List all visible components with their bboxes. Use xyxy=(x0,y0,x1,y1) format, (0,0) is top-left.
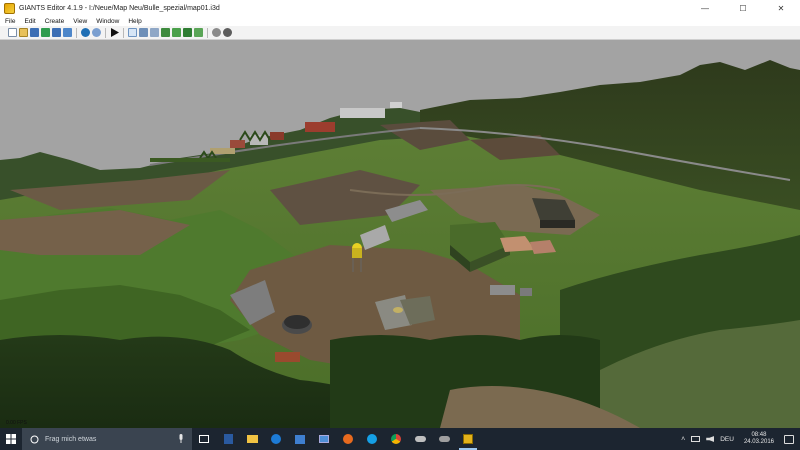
clock-time: 08:48 xyxy=(751,431,767,438)
giants-app-icon xyxy=(4,2,15,14)
gamepad2-icon[interactable] xyxy=(432,428,456,450)
terrain-sculpt-icon[interactable] xyxy=(161,28,170,37)
save-as-icon[interactable] xyxy=(41,28,50,37)
play-icon[interactable] xyxy=(110,28,119,37)
redo-icon[interactable] xyxy=(92,28,101,37)
giants-editor-icon[interactable] xyxy=(456,428,480,450)
maximize-button[interactable]: ☐ xyxy=(726,0,760,16)
edge-icon[interactable] xyxy=(264,428,288,450)
toolbar-separator xyxy=(105,27,106,38)
fps-readout: 0.00 FPS xyxy=(6,420,28,426)
explorer-icon[interactable] xyxy=(240,428,264,450)
camera-icon[interactable] xyxy=(223,28,232,37)
toolbar-separator xyxy=(76,27,77,38)
export-icon[interactable] xyxy=(63,28,72,37)
menu-help[interactable]: Help xyxy=(128,18,141,25)
settings-icon[interactable] xyxy=(212,28,221,37)
close-icon: ✕ xyxy=(777,3,785,13)
windows-logo-icon xyxy=(6,434,16,444)
undo-icon[interactable] xyxy=(81,28,90,37)
terrain-scene: 0.00 FPS xyxy=(0,40,800,428)
cortana-search-box[interactable]: Frag mich etwas xyxy=(22,428,192,450)
store-icon[interactable] xyxy=(288,428,312,450)
foliage-paint-icon[interactable] xyxy=(183,28,192,37)
menu-file[interactable]: File xyxy=(5,18,15,25)
maximize-icon: ☐ xyxy=(739,3,747,13)
menu-bar: File Edit Create View Window Help xyxy=(0,16,800,26)
giants-editor-window: GIANTS Editor 4.1.9 - I:/Neue/Map Neu/Bu… xyxy=(0,0,800,450)
minimize-icon: — xyxy=(701,3,709,13)
toolbar-separator xyxy=(207,27,208,38)
window-title: GIANTS Editor 4.1.9 - I:/Neue/Map Neu/Bu… xyxy=(19,4,220,12)
scene-viewport[interactable]: 0.00 FPS xyxy=(0,40,800,428)
microphone-icon[interactable] xyxy=(178,434,184,444)
menu-edit[interactable]: Edit xyxy=(24,18,35,25)
firefox-icon[interactable] xyxy=(336,428,360,450)
gamepad-icon[interactable] xyxy=(408,428,432,450)
skype-icon[interactable] xyxy=(360,428,384,450)
calculator-icon[interactable] xyxy=(216,428,240,450)
title-bar: GIANTS Editor 4.1.9 - I:/Neue/Map Neu/Bu… xyxy=(0,0,800,16)
volume-icon[interactable] xyxy=(706,436,715,442)
toolbar xyxy=(0,26,800,40)
start-button[interactable] xyxy=(0,428,22,450)
move-icon[interactable] xyxy=(139,28,148,37)
open-icon[interactable] xyxy=(19,28,28,37)
task-view-icon[interactable] xyxy=(192,428,216,450)
clock-date: 24.03.2016 xyxy=(743,439,774,445)
cortana-circle-icon xyxy=(30,435,39,443)
minimize-button[interactable]: — xyxy=(688,0,722,16)
place-icon[interactable] xyxy=(194,28,203,37)
search-placeholder: Frag mich etwas xyxy=(45,435,97,443)
tray-chevron-icon[interactable]: ˄ xyxy=(681,436,685,443)
save-icon[interactable] xyxy=(30,28,39,37)
select-icon[interactable] xyxy=(128,28,137,37)
photos-icon[interactable] xyxy=(312,428,336,450)
clock[interactable]: 08:48 24.03.2016 xyxy=(744,432,774,447)
close-button[interactable]: ✕ xyxy=(764,0,798,16)
windows-taskbar: Frag mich etwas ˄ DEU 08:48 24.03.2016 xyxy=(0,428,800,450)
menu-view[interactable]: View xyxy=(73,18,87,25)
menu-create[interactable]: Create xyxy=(45,18,65,25)
rotate-icon[interactable] xyxy=(150,28,159,37)
input-language[interactable]: DEU xyxy=(720,436,734,443)
chrome-icon[interactable] xyxy=(384,428,408,450)
system-tray: ˄ DEU 08:48 24.03.2016 xyxy=(681,428,800,450)
network-icon[interactable] xyxy=(691,436,701,442)
menu-window[interactable]: Window xyxy=(96,18,119,25)
import-icon[interactable] xyxy=(52,28,61,37)
notification-center-icon[interactable] xyxy=(784,434,794,444)
toolbar-separator xyxy=(123,27,124,38)
new-icon[interactable] xyxy=(8,28,17,37)
terrain-paint-icon[interactable] xyxy=(172,28,181,37)
